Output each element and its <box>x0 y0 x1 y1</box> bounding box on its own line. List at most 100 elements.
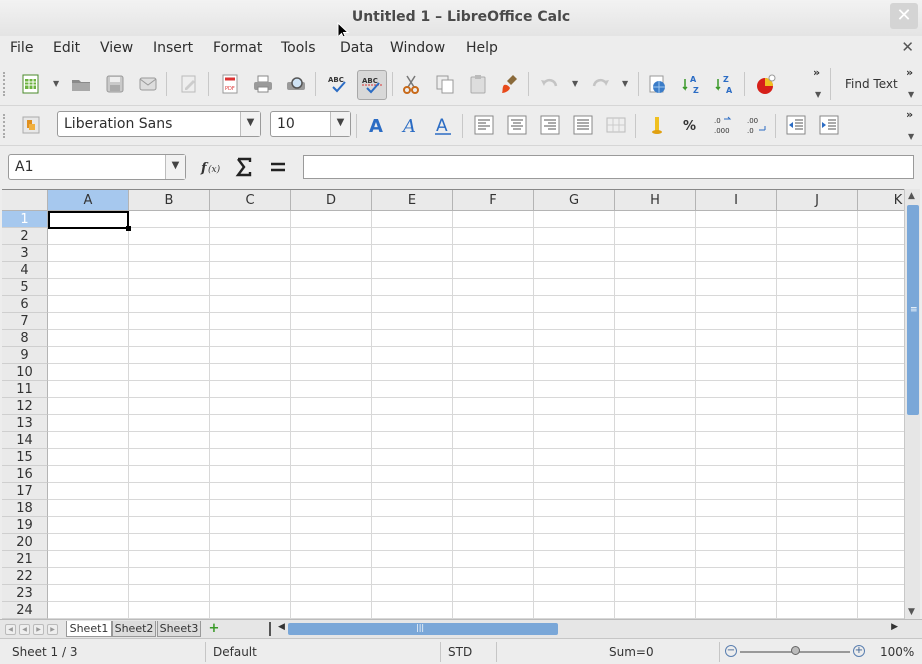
column-header-b[interactable]: B <box>129 190 210 211</box>
decrease-indent-button[interactable] <box>783 112 809 138</box>
print-preview-button[interactable] <box>283 71 309 97</box>
add-decimal-place-button[interactable]: .0 .000 <box>710 112 736 138</box>
function-button[interactable] <box>265 154 291 180</box>
menu-format[interactable]: Format <box>213 40 262 56</box>
fill-handle[interactable] <box>126 226 131 231</box>
row-header-12[interactable]: 12 <box>2 398 48 415</box>
select-all-corner[interactable] <box>2 190 48 211</box>
zoom-level[interactable]: 100% <box>880 645 914 659</box>
italic-button[interactable]: A <box>397 112 423 138</box>
menu-insert[interactable]: Insert <box>153 40 193 56</box>
row-header-22[interactable]: 22 <box>2 568 48 585</box>
tab-scroll-splitter[interactable] <box>269 622 271 636</box>
menu-file[interactable]: File <box>10 40 33 56</box>
column-header-e[interactable]: E <box>372 190 453 211</box>
chevron-down-icon[interactable]: ▼ <box>240 112 260 136</box>
redo-button[interactable] <box>588 71 614 97</box>
row-header-15[interactable]: 15 <box>2 449 48 466</box>
vertical-scroll-thumb[interactable]: ≡ <box>907 205 919 415</box>
row-header-1[interactable]: 1 <box>2 211 48 228</box>
name-box[interactable]: A1 ▼ <box>8 154 186 180</box>
selection-mode[interactable]: STD <box>448 645 472 659</box>
export-pdf-button[interactable]: PDF <box>217 71 243 97</box>
row-header-7[interactable]: 7 <box>2 313 48 330</box>
row-header-9[interactable]: 9 <box>2 347 48 364</box>
vertical-scrollbar[interactable]: ▲ ≡ ▼ <box>904 189 920 619</box>
clone-formatting-button[interactable] <box>498 71 524 97</box>
save-button[interactable] <box>102 71 128 97</box>
row-header-23[interactable]: 23 <box>2 585 48 602</box>
menu-data[interactable]: Data <box>340 40 373 56</box>
scroll-right-arrow[interactable]: ▶ <box>891 622 898 632</box>
align-center-button[interactable] <box>504 112 530 138</box>
page-style[interactable]: Default <box>213 645 257 659</box>
column-header-k[interactable]: K <box>858 190 904 211</box>
row-header-14[interactable]: 14 <box>2 432 48 449</box>
toolbar-overflow-button[interactable]: » <box>813 66 820 79</box>
currency-format-button[interactable] <box>644 112 670 138</box>
active-cell-a1[interactable] <box>48 211 131 231</box>
previous-sheet-button[interactable]: ◀ <box>19 624 30 635</box>
close-document-button[interactable]: ✕ <box>901 38 914 56</box>
undo-dropdown-arrow[interactable]: ▼ <box>572 79 578 88</box>
formatting-toolbar-overflow[interactable]: » <box>906 108 913 121</box>
print-button[interactable] <box>250 71 276 97</box>
autospellcheck-toggle[interactable]: ABC <box>357 70 387 100</box>
scroll-left-arrow[interactable]: ◀ <box>278 622 285 632</box>
sheet-tab-sheet2[interactable]: Sheet2 <box>112 621 156 637</box>
toolbar-grip[interactable] <box>3 114 7 138</box>
row-header-5[interactable]: 5 <box>2 279 48 296</box>
chevron-down-icon[interactable]: ▼ <box>330 112 350 136</box>
row-header-21[interactable]: 21 <box>2 551 48 568</box>
formula-input[interactable] <box>303 155 914 179</box>
new-document-button[interactable] <box>18 71 44 97</box>
row-header-19[interactable]: 19 <box>2 517 48 534</box>
font-size-combobox[interactable]: 10 ▼ <box>270 111 351 137</box>
function-wizard-button[interactable]: f (x) <box>199 154 225 180</box>
spelling-button[interactable]: ABC <box>325 71 351 97</box>
row-header-13[interactable]: 13 <box>2 415 48 432</box>
window-close-button[interactable]: ✕ <box>890 3 918 29</box>
toolbar-options-arrow[interactable]: ▼ <box>815 90 821 99</box>
column-header-a[interactable]: A <box>48 190 129 211</box>
insert-chart-button[interactable] <box>753 71 779 97</box>
row-header-8[interactable]: 8 <box>2 330 48 347</box>
row-header-16[interactable]: 16 <box>2 466 48 483</box>
last-sheet-button[interactable]: ▶ <box>47 624 58 635</box>
column-header-g[interactable]: G <box>534 190 615 211</box>
row-header-20[interactable]: 20 <box>2 534 48 551</box>
column-header-f[interactable]: F <box>453 190 534 211</box>
delete-decimal-place-button[interactable]: .00.0 <box>743 112 769 138</box>
next-sheet-button[interactable]: ▶ <box>33 624 44 635</box>
toolbar-grip[interactable] <box>3 72 7 96</box>
percent-format-button[interactable]: % <box>677 112 703 138</box>
merge-cells-button[interactable] <box>603 112 629 138</box>
scroll-up-arrow[interactable]: ▲ <box>908 191 915 201</box>
row-header-17[interactable]: 17 <box>2 483 48 500</box>
horizontal-scroll-thumb[interactable]: ||| <box>288 623 558 635</box>
horizontal-scrollbar[interactable]: ◀ ||| ▶ <box>276 621 902 637</box>
email-document-button[interactable] <box>135 71 161 97</box>
row-header-4[interactable]: 4 <box>2 262 48 279</box>
menu-view[interactable]: View <box>100 40 133 56</box>
redo-dropdown-arrow[interactable]: ▼ <box>622 79 628 88</box>
sheet-tab-sheet3[interactable]: Sheet3 <box>157 621 201 637</box>
chevron-down-icon[interactable]: ▼ <box>165 155 185 179</box>
row-header-18[interactable]: 18 <box>2 500 48 517</box>
bold-button[interactable]: A <box>363 112 389 138</box>
row-header-10[interactable]: 10 <box>2 364 48 381</box>
open-button[interactable] <box>68 71 94 97</box>
zoom-in-button[interactable]: + <box>853 645 865 657</box>
menu-edit[interactable]: Edit <box>53 40 80 56</box>
column-header-d[interactable]: D <box>291 190 372 211</box>
menu-help[interactable]: Help <box>466 40 498 56</box>
scroll-down-arrow[interactable]: ▼ <box>908 607 915 617</box>
zoom-slider-knob[interactable] <box>791 646 800 655</box>
sheet-tab-sheet1[interactable]: Sheet1 <box>66 621 112 637</box>
paste-button[interactable] <box>465 71 491 97</box>
justify-button[interactable] <box>570 112 596 138</box>
column-header-i[interactable]: I <box>696 190 777 211</box>
sum-indicator[interactable]: Sum=0 <box>609 645 654 659</box>
column-header-c[interactable]: C <box>210 190 291 211</box>
menu-tools[interactable]: Tools <box>281 40 316 56</box>
